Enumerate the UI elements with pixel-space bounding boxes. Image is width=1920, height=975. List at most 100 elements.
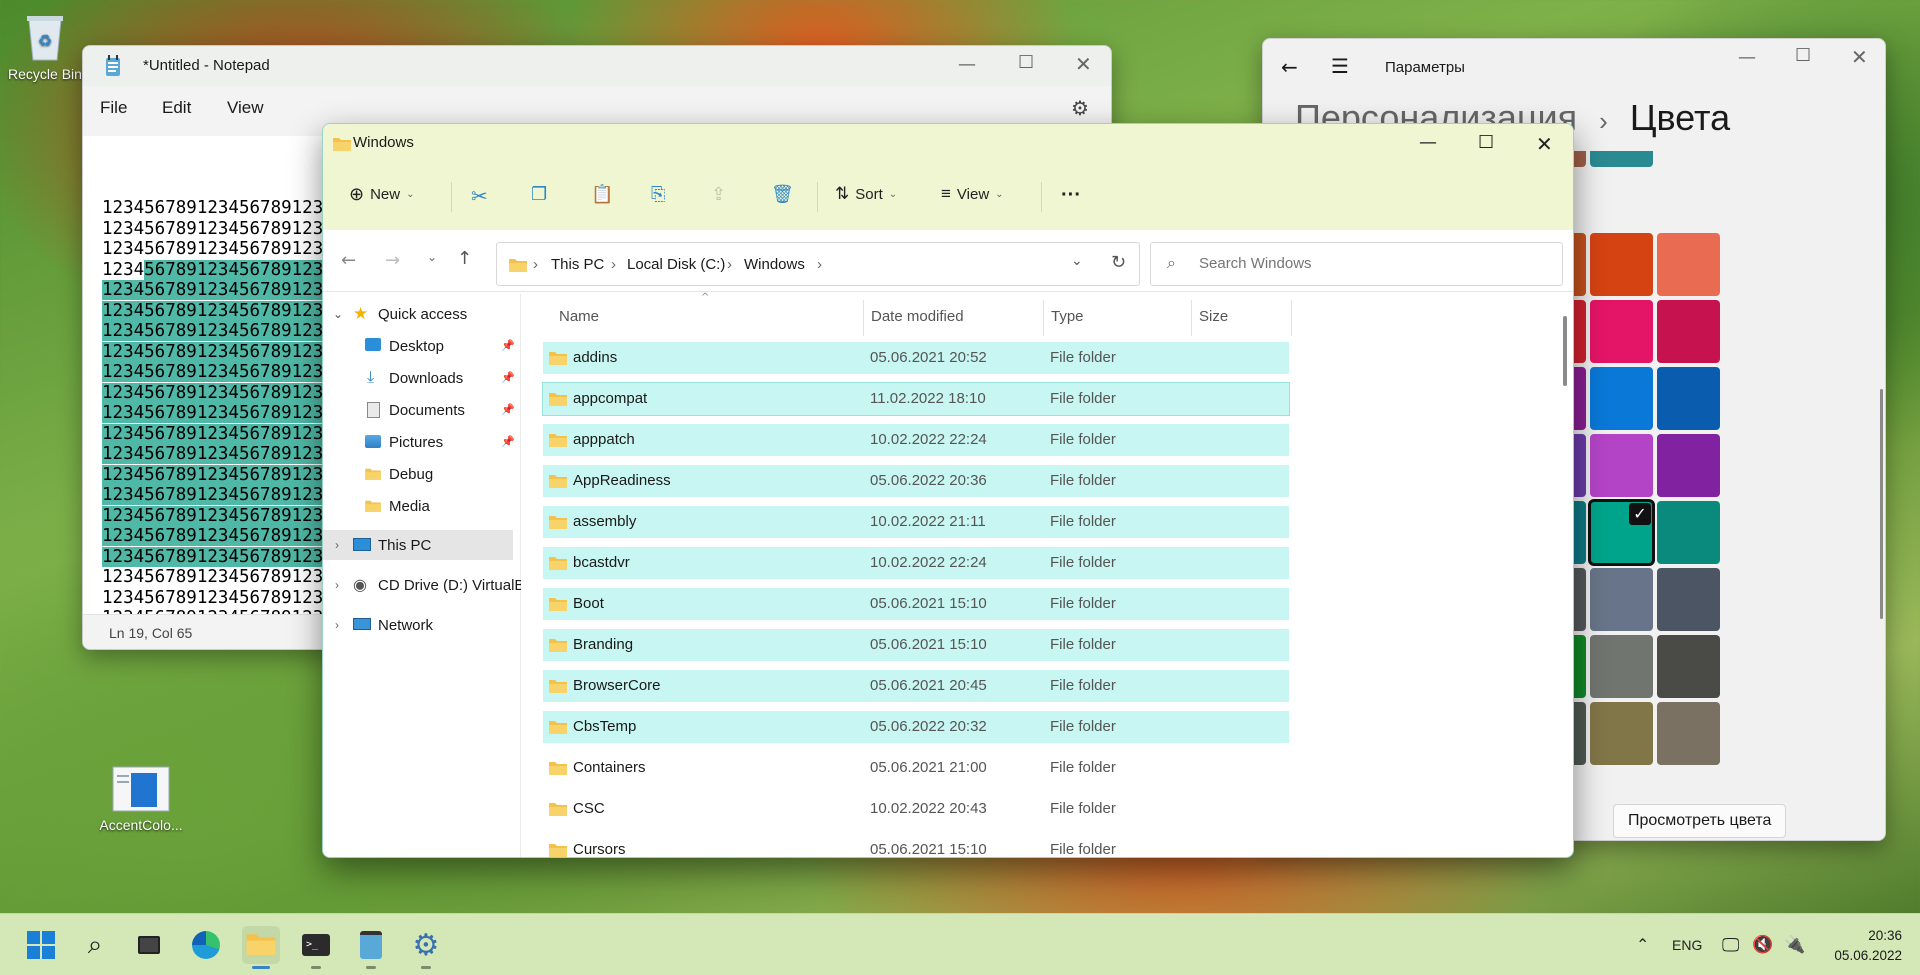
new-button[interactable]: ⊕ New ⌄	[349, 184, 415, 205]
color-swatch[interactable]	[1590, 367, 1653, 430]
settings-scrollbar[interactable]	[1880, 389, 1883, 619]
file-explorer-button[interactable]	[242, 926, 280, 969]
network-icon[interactable]: 🖵	[1722, 914, 1739, 975]
chevron-down-icon[interactable]: ⌄	[1071, 253, 1083, 269]
cut-button[interactable]: ✂	[471, 184, 488, 209]
color-swatch[interactable]	[1657, 300, 1720, 363]
color-swatch[interactable]	[1657, 434, 1720, 497]
breadcrumb-windows[interactable]: Windows	[744, 256, 805, 273]
minimize-button[interactable]: —	[958, 54, 976, 75]
back-arrow-icon[interactable]: ←	[1281, 55, 1298, 79]
nav-cd-drive[interactable]: › ◉ CD Drive (D:) VirtualB	[323, 570, 524, 600]
show-hidden-icons-button[interactable]: ⌃	[1636, 914, 1649, 975]
color-swatch[interactable]	[1657, 635, 1720, 698]
maximize-button[interactable]: ☐	[1018, 52, 1034, 73]
column-header-type[interactable]: Type	[1051, 308, 1084, 325]
breadcrumb-this-pc[interactable]: This PC	[551, 256, 604, 273]
file-row[interactable]: Branding 05.06.2021 15:10 File folder	[543, 629, 1289, 661]
terminal-button[interactable]: >_	[297, 926, 335, 969]
edge-button[interactable]	[187, 926, 225, 964]
desktop-icon-accentcolor[interactable]: AccentColo...	[96, 765, 186, 833]
menu-file[interactable]: File	[100, 98, 127, 118]
nav-network[interactable]: › Network	[323, 610, 521, 640]
chevron-right-icon[interactable]: ›	[335, 578, 339, 592]
close-button[interactable]: ✕	[1075, 52, 1092, 76]
nav-documents[interactable]: Documents 📌	[323, 395, 521, 425]
chevron-right-icon[interactable]: ›	[335, 618, 339, 632]
explorer-scrollbar[interactable]	[1563, 316, 1567, 386]
file-row[interactable]: addins 05.06.2021 20:52 File folder	[543, 342, 1289, 374]
search-button[interactable]: ⌕	[76, 926, 114, 964]
file-row[interactable]: Cursors 05.06.2021 15:10 File folder	[543, 834, 1289, 857]
delete-button[interactable]: 🗑	[771, 184, 794, 205]
system-clock[interactable]: 20:36 05.06.2022	[1834, 926, 1902, 966]
breadcrumb-local-disk[interactable]: Local Disk (C:)	[627, 256, 725, 273]
search-input[interactable]	[1199, 255, 1539, 272]
share-button[interactable]: ⇪	[711, 184, 726, 205]
color-swatch[interactable]	[1657, 233, 1720, 296]
file-row[interactable]: CSC 10.02.2022 20:43 File folder	[543, 793, 1289, 825]
menu-edit[interactable]: Edit	[162, 98, 191, 118]
file-row[interactable]: Containers 05.06.2021 21:00 File folder	[543, 752, 1289, 784]
column-header-date[interactable]: Date modified	[871, 308, 964, 325]
notepad-button[interactable]	[352, 926, 390, 969]
pin-icon[interactable]: 📌	[501, 371, 515, 384]
nav-quick-access[interactable]: ⌄ ★ Quick access	[323, 299, 521, 329]
pin-icon[interactable]: 📌	[501, 403, 515, 416]
column-separator[interactable]	[1043, 300, 1044, 336]
more-options-button[interactable]: ···	[1061, 184, 1081, 207]
color-swatch[interactable]	[1590, 702, 1653, 765]
chevron-right-icon[interactable]: ›	[335, 538, 339, 552]
column-header-size[interactable]: Size	[1199, 308, 1228, 325]
address-bar[interactable]: › This PC › Local Disk (C:) › Windows › …	[496, 242, 1140, 286]
column-header-name[interactable]: Name	[559, 308, 599, 325]
view-colors-button[interactable]: Просмотреть цвета	[1613, 804, 1787, 838]
language-indicator[interactable]: ENG	[1672, 914, 1702, 975]
task-view-button[interactable]	[130, 926, 168, 964]
gear-icon[interactable]: ⚙	[1071, 96, 1089, 121]
nav-desktop[interactable]: Desktop 📌	[323, 331, 521, 361]
column-separator[interactable]	[1191, 300, 1192, 336]
volume-muted-icon[interactable]: 🔇	[1752, 914, 1773, 975]
color-swatch[interactable]	[1590, 300, 1653, 363]
column-separator[interactable]	[1291, 300, 1292, 336]
color-swatch[interactable]	[1657, 702, 1720, 765]
start-button[interactable]	[22, 926, 60, 964]
color-swatch[interactable]	[1657, 568, 1720, 631]
chevron-down-icon[interactable]: ⌄	[333, 307, 343, 321]
nav-this-pc[interactable]: › This PC	[323, 530, 513, 560]
forward-arrow-icon[interactable]: →	[385, 250, 400, 271]
notepad-title-bar[interactable]: *Untitled - Notepad — ☐ ✕	[83, 46, 1111, 86]
paste-button[interactable]: 📋	[591, 184, 613, 205]
file-row[interactable]: apppatch 10.02.2022 22:24 File folder	[543, 424, 1289, 456]
desktop-icon-recycle-bin[interactable]: ♻ Recycle Bin	[0, 10, 90, 82]
file-row[interactable]: CbsTemp 05.06.2022 20:32 File folder	[543, 711, 1289, 743]
color-swatch[interactable]	[1657, 501, 1720, 564]
nav-debug[interactable]: Debug	[323, 459, 521, 489]
minimize-button[interactable]: —	[1419, 132, 1437, 153]
file-row[interactable]: bcastdvr 10.02.2022 22:24 File folder	[543, 547, 1289, 579]
back-arrow-icon[interactable]: ←	[341, 250, 356, 271]
hamburger-menu-icon[interactable]: ☰	[1331, 54, 1349, 78]
refresh-icon[interactable]: ↻	[1111, 252, 1126, 273]
file-row[interactable]: appcompat 11.02.2022 18:10 File folder	[542, 382, 1290, 416]
maximize-button[interactable]: ☐	[1478, 132, 1494, 153]
up-arrow-icon[interactable]: ↑	[457, 248, 472, 269]
color-swatch[interactable]	[1590, 635, 1653, 698]
color-swatch[interactable]	[1590, 434, 1653, 497]
rename-button[interactable]: ⎘	[651, 184, 665, 205]
file-row[interactable]: Boot 05.06.2021 15:10 File folder	[543, 588, 1289, 620]
battery-icon[interactable]: 🔌	[1784, 914, 1805, 975]
close-button[interactable]: ✕	[1851, 45, 1868, 69]
pin-icon[interactable]: 📌	[501, 435, 515, 448]
recent-chevron-icon[interactable]: ⌄	[427, 250, 437, 264]
color-swatch[interactable]	[1590, 233, 1653, 296]
file-row[interactable]: BrowserCore 05.06.2021 20:45 File folder	[543, 670, 1289, 702]
view-button[interactable]: ≡ View ⌄	[941, 184, 1004, 204]
color-swatch[interactable]	[1657, 367, 1720, 430]
column-separator[interactable]	[863, 300, 864, 336]
nav-media[interactable]: Media	[323, 491, 521, 521]
minimize-button[interactable]: —	[1738, 47, 1756, 68]
sort-button[interactable]: ⇅ Sort ⌄	[835, 184, 897, 204]
pin-icon[interactable]: 📌	[501, 339, 515, 352]
